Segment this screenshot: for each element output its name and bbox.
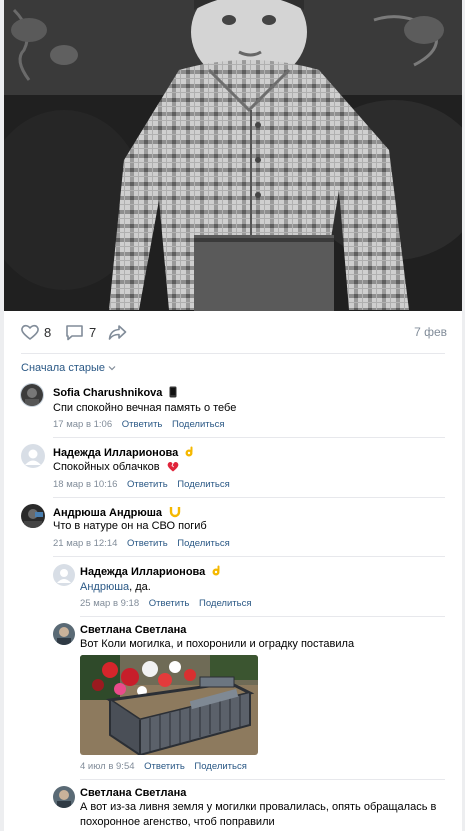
avatar[interactable] [53,786,75,808]
chevron-down-icon [108,366,116,371]
comment-time[interactable]: 4 июл в 9:54 [80,761,135,772]
comment-text: Что в натуре он на СВО погиб [53,520,207,532]
default-avatar-icon [57,569,71,583]
horseshoe-emoji-icon [169,507,181,518]
avatar-image [53,623,75,645]
post-photo[interactable] [4,0,462,311]
comment-time[interactable]: 21 мар в 12:14 [53,538,117,549]
attached-photo[interactable] [80,655,258,755]
comment-text: А вот из-за ливня земля у могилки провал… [80,801,437,813]
comment-time[interactable]: 25 мар в 9:18 [80,598,139,609]
comment-text: Спокойных облачков [53,460,179,475]
share-link[interactable]: Поделиться [177,538,229,549]
divider [21,353,445,354]
post-card: 8 7 7 фев Сначала старые Sofia Charushni… [4,0,462,831]
mention-link[interactable]: Андрюша [80,581,129,593]
reply-link[interactable]: Ответить [149,598,190,609]
comment-meta: 18 мар в 10:16 Ответить Поделиться [53,479,230,490]
share-link[interactable]: Поделиться [172,419,224,430]
avatar[interactable] [21,444,45,468]
comment-author[interactable]: Андрюша Андрюша [53,506,181,519]
comment-meta: 17 мар в 1:06 Ответить Поделиться [53,419,224,430]
divider [80,779,445,780]
broken-heart-emoji-icon [167,462,179,472]
comment-text-value: Спокойных облачков [53,461,160,473]
author-name[interactable]: Надежда Илларионова [80,566,205,578]
share-link[interactable]: Поделиться [194,761,246,772]
avatar-image [53,786,75,808]
divider [53,497,445,498]
avatar-image [21,384,43,406]
divider [80,616,445,617]
child-photo-illustration [4,0,462,311]
comment-time[interactable]: 18 мар в 10:16 [53,479,117,490]
comment-text: Спи спокойно вечная память о тебе [53,402,237,414]
comment-button[interactable]: 7 [65,323,96,341]
post-date: 7 фев [414,325,447,339]
comment-author[interactable]: Светлана Светлана [80,787,186,799]
share-button[interactable] [108,323,127,341]
comment-icon [66,324,83,340]
like-button[interactable]: 8 [21,323,51,341]
comment-meta: 4 июл в 9:54 Ответить Поделиться [80,761,247,772]
divider [53,437,445,438]
author-name[interactable]: Sofia Charushnikova [53,387,162,399]
comment-text: похоронное агенство, чтоб поправили [80,816,275,828]
grave-photo-illustration [80,655,258,755]
reply-link[interactable]: Ответить [127,538,168,549]
comment-count: 7 [89,324,97,340]
ok-hand-emoji-icon [185,446,193,457]
author-name[interactable]: Андрюша Андрюша [53,507,162,519]
sort-label: Сначала старые [21,362,106,374]
reply-link[interactable]: Ответить [127,479,168,490]
ok-hand-emoji-icon [212,565,220,576]
like-count: 8 [44,324,52,340]
share-link[interactable]: Поделиться [177,479,229,490]
divider [53,556,445,557]
avatar[interactable] [53,623,75,645]
share-link[interactable]: Поделиться [199,598,251,609]
share-icon [108,325,127,340]
author-name[interactable]: Надежда Илларионова [53,447,178,459]
reply-link[interactable]: Ответить [144,761,185,772]
comment-time[interactable]: 17 мар в 1:06 [53,419,112,430]
comment-text-value: , да. [129,581,151,593]
comment-text: Андрюша, да. [80,580,151,595]
avatar[interactable] [20,383,44,407]
comment-meta: 25 мар в 9:18 Ответить Поделиться [80,598,251,609]
post-action-bar: 8 7 7 фев [4,311,462,353]
comment-author[interactable]: Светлана Светлана [80,624,186,636]
comment-author[interactable]: Надежда Илларионова [80,565,222,578]
phone-emoji-icon [169,386,177,398]
comment-sort-dropdown[interactable]: Сначала старые [21,362,116,374]
comment-text: Вот Коли могилка, и похоронили и оградку… [80,638,355,650]
avatar-image [21,504,45,528]
reply-link[interactable]: Ответить [122,419,163,430]
default-avatar-icon [25,449,41,465]
avatar[interactable] [21,504,45,528]
comment-meta: 21 мар в 12:14 Ответить Поделиться [53,538,230,549]
avatar[interactable] [53,564,75,586]
heart-icon [21,324,39,340]
comment-author[interactable]: Надежда Илларионова [53,446,195,459]
comment-author[interactable]: Sofia Charushnikova [53,386,177,399]
